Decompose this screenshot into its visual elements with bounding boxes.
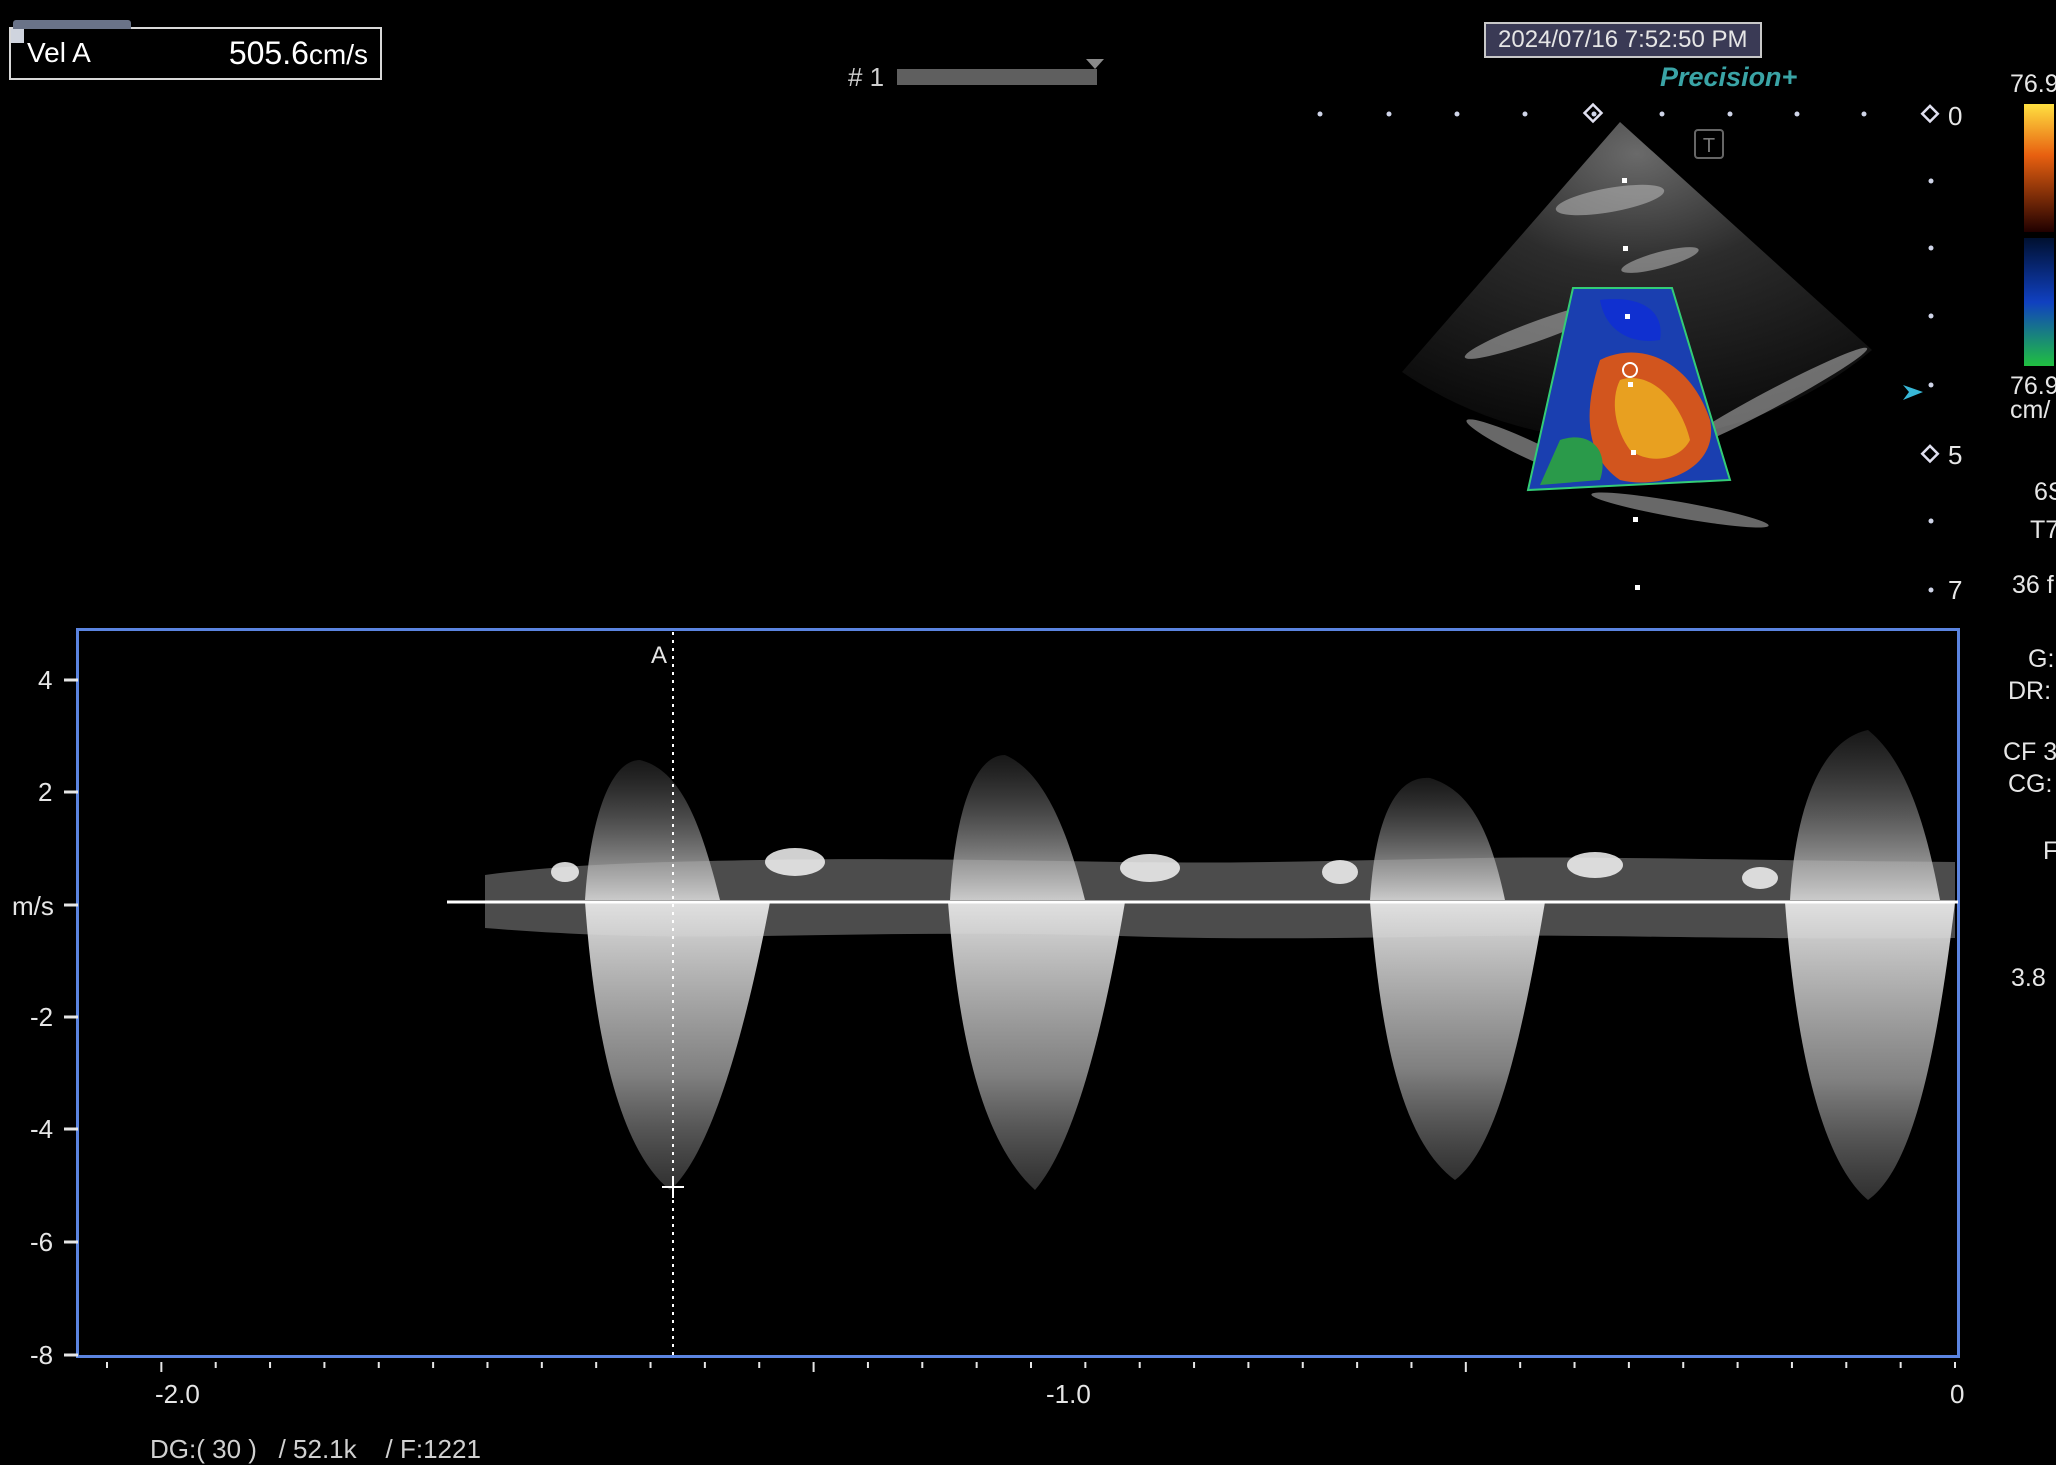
depth-scale-dots bbox=[1928, 178, 1934, 593]
trapezoid-mode-letter: T bbox=[1703, 135, 1715, 157]
frame-slider-handle-icon[interactable] bbox=[1086, 59, 1104, 69]
param-gain: G: bbox=[2028, 645, 2055, 673]
upward-envelope-1 bbox=[585, 760, 720, 900]
y-tick-label: -6 bbox=[30, 1227, 54, 1257]
downward-envelope-4 bbox=[1785, 902, 1955, 1200]
color-scale-bottom-value: 76.9 cm/ bbox=[2010, 374, 2056, 424]
param-frequency: 6S bbox=[2034, 478, 2056, 506]
param-scale: 3.8 bbox=[2011, 964, 2046, 992]
x-axis-tick-marks bbox=[106, 1362, 1956, 1372]
cursor-label: A bbox=[651, 642, 668, 669]
frame-label: # 1 bbox=[848, 62, 885, 92]
color-scale-top-value: 76.9 bbox=[2010, 70, 2056, 98]
depth-label-top: 0 bbox=[1948, 101, 1963, 131]
color-velocity-bar bbox=[2024, 104, 2054, 366]
y-tick-label: -8 bbox=[30, 1340, 54, 1370]
param-tissue: T7 bbox=[2030, 516, 2056, 544]
measurement-box[interactable]: Vel A 505.6cm/s bbox=[9, 20, 382, 80]
downward-envelope-3 bbox=[1370, 902, 1545, 1180]
param-frame-rate: 36 f bbox=[2012, 571, 2054, 599]
downward-envelope-1 bbox=[585, 902, 770, 1190]
y-tick-label: -4 bbox=[30, 1114, 54, 1144]
x-tick-label: 0 bbox=[1950, 1379, 1965, 1409]
brand-logo: Precision+ bbox=[1660, 62, 1798, 92]
upward-envelope-4 bbox=[1790, 730, 1940, 900]
upward-envelope-3 bbox=[1370, 777, 1505, 900]
datetime-display: 2024/07/16 7:52:50 PM bbox=[1484, 22, 1762, 58]
color-doppler-image[interactable]: T bbox=[1300, 95, 1980, 615]
y-tick-label: 2 bbox=[38, 777, 53, 807]
spectral-doppler-trace bbox=[64, 632, 1958, 1372]
measurement-tab-notch bbox=[11, 29, 24, 43]
param-dynamic-range: DR: bbox=[2008, 677, 2052, 705]
measurement-tab[interactable] bbox=[13, 20, 131, 29]
upward-envelope-2 bbox=[950, 755, 1085, 900]
param-color-frequency: CF 3 bbox=[2003, 738, 2056, 766]
measurement-value: 505.6cm/s bbox=[229, 35, 368, 72]
y-tick-label: -2 bbox=[30, 1002, 54, 1032]
y-axis-unit: m/s bbox=[12, 891, 54, 921]
color-scale-unit: cm/ bbox=[2010, 396, 2051, 424]
measurement-label: Vel A bbox=[27, 37, 91, 68]
x-tick-label: -1.0 bbox=[1046, 1379, 1091, 1409]
depth-label-mid: 5 bbox=[1948, 440, 1963, 470]
measurement-unit: cm/s bbox=[308, 39, 368, 70]
y-axis-tick-marks bbox=[64, 678, 78, 1357]
depth-label-bottom: 7 bbox=[1948, 575, 1963, 605]
focus-arrow-icon[interactable] bbox=[1903, 385, 1923, 400]
frame-slider[interactable] bbox=[897, 69, 1097, 85]
measurement-number: 505.6 bbox=[228, 35, 309, 71]
x-tick-label: -2.0 bbox=[155, 1379, 200, 1409]
depth-top-marker-icon bbox=[1920, 104, 1940, 124]
doppler-settings-info: DG:( 30 ) / 52.1k / F:1221 bbox=[150, 1434, 481, 1464]
lateral-scale-dots bbox=[1317, 111, 1867, 117]
param-color-gain: CG: bbox=[2008, 770, 2053, 798]
depth-mid-marker-icon bbox=[1920, 444, 1940, 464]
y-tick-label: 4 bbox=[38, 665, 53, 695]
downward-envelope-2 bbox=[948, 902, 1125, 1190]
param-filter: F bbox=[2043, 837, 2056, 865]
